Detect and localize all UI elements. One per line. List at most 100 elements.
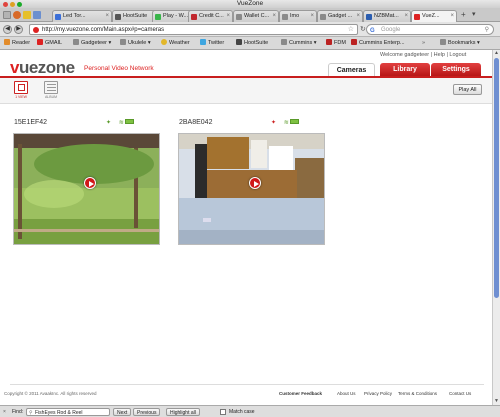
browser-tab[interactable]: Wallet C... × [233, 10, 279, 22]
page-favicon [191, 14, 197, 20]
footer-link-feedback[interactable]: Customer Feedback [279, 391, 322, 396]
browser-tab[interactable]: Gadget ... × [317, 10, 363, 22]
star-icon[interactable]: ☆ [348, 25, 354, 35]
tab-list-chevron-icon[interactable]: ▾ [472, 10, 476, 18]
url-input[interactable]: http://my.vuezone.com/Main.aspx#p=camera… [29, 24, 358, 35]
bookmark-cummins[interactable]: Cummins ▾ [281, 39, 317, 48]
pinned-tab-icon[interactable] [23, 11, 31, 19]
play-video-button[interactable] [249, 177, 261, 189]
page-favicon [236, 14, 242, 20]
close-icon[interactable]: × [3, 408, 6, 416]
forward-arrow-icon[interactable]: ▶ [14, 25, 23, 34]
page-icon [351, 39, 357, 45]
find-input[interactable]: ⚲ FishEyes Rod & Reel [26, 408, 110, 416]
camera-name: 15E1EF42 [14, 119, 48, 126]
find-next-button[interactable]: Next [113, 408, 132, 416]
bookmark-hootsuite[interactable]: HootSuite [236, 39, 268, 48]
browser-tab-active[interactable]: VueZ... × [411, 10, 457, 22]
page-favicon [414, 14, 420, 20]
tab-settings[interactable]: Settings [431, 63, 481, 76]
list-view-icon[interactable] [44, 81, 58, 94]
tab-library[interactable]: Library [380, 63, 430, 76]
footer-link-about[interactable]: About Us [337, 391, 356, 396]
bookmark-ukulele[interactable]: Ukulele ▾ [120, 39, 151, 48]
highlight-all-button[interactable]: Highlight all [166, 408, 200, 416]
bookmark-label: Cummins Enterp... [359, 40, 405, 46]
footer-link-privacy[interactable]: Privacy Policy [364, 391, 392, 396]
zoom-window-button[interactable] [17, 1, 22, 7]
page-content: vuezone Personal Video Network Welcome g… [0, 50, 492, 405]
bookmark-weather[interactable]: Weather [161, 39, 190, 48]
browser-tab[interactable]: Imo × [279, 10, 317, 22]
close-icon[interactable]: × [450, 11, 454, 22]
motion-detect-off-icon[interactable]: ✦ [271, 120, 276, 126]
grid-view-icon[interactable] [14, 81, 28, 94]
bookmarks-menu[interactable]: Bookmarks ▾ [440, 39, 480, 48]
bookmark-reader[interactable]: Reader [4, 39, 30, 48]
bookmark-label: Twitter [208, 40, 225, 46]
twitter-icon [200, 39, 206, 45]
camera-feed[interactable] [13, 133, 160, 245]
bookmark-gadgeteer[interactable]: Gadgeteer ▾ [73, 39, 111, 48]
bookmark-cummins-enterprise[interactable]: Cummins Enterp... [351, 39, 405, 48]
new-tab-icon[interactable]: + [461, 10, 466, 19]
find-previous-button[interactable]: Previous [133, 408, 161, 416]
bookmark-twitter[interactable]: Twitter [200, 39, 224, 48]
match-case-checkbox[interactable] [220, 409, 226, 415]
footer-link-contact[interactable]: Contact Us [449, 391, 471, 396]
tab-label: HootSuite [123, 13, 148, 19]
browser-tab[interactable]: Led Tor... × [52, 10, 112, 22]
tab-label: Imo [290, 13, 300, 19]
bookmark-label: Bookmarks ▾ [448, 40, 480, 46]
page-favicon [282, 14, 288, 20]
close-icon[interactable]: × [226, 11, 230, 22]
reload-icon[interactable]: ↻ [360, 25, 366, 33]
folder-icon [120, 39, 126, 45]
scroll-up-icon[interactable]: ▲ [493, 50, 500, 57]
bookmark-gmail[interactable]: GMAIL [37, 39, 62, 48]
pinned-tab-icon-2[interactable] [33, 11, 41, 19]
page-favicon [55, 14, 61, 20]
search-icon[interactable]: ⚲ [485, 25, 489, 35]
scrollbar-thumb[interactable] [494, 58, 499, 298]
browser-tab[interactable]: NZBMat... × [363, 10, 411, 22]
close-icon[interactable]: × [272, 11, 276, 22]
close-icon[interactable]: × [105, 11, 109, 22]
copyright: Copyright © 2011 AvaakInc. All rights re… [4, 391, 97, 396]
page-favicon [115, 14, 121, 20]
scroll-down-icon[interactable]: ▼ [493, 398, 500, 405]
close-icon[interactable]: × [356, 11, 360, 22]
bookmark-fdm[interactable]: FDM [326, 39, 346, 48]
play-all-button[interactable]: Play All [453, 84, 482, 95]
camera-thumbnail [14, 134, 159, 244]
site-identity-icon[interactable] [33, 27, 39, 33]
close-window-button[interactable] [3, 1, 8, 7]
find-query: FishEyes Rod & Reel [35, 410, 83, 416]
tab-overview-icon[interactable] [3, 11, 11, 19]
wifi-icon: ≋ [118, 120, 124, 126]
bookmark-label: Gadgeteer ▾ [81, 40, 112, 46]
close-icon[interactable]: × [310, 11, 314, 22]
footer-link-terms[interactable]: Terms & Conditions [398, 391, 437, 396]
google-icon[interactable]: G [370, 26, 375, 36]
search-input[interactable]: G Google ⚲ [366, 24, 494, 35]
play-video-button[interactable] [84, 177, 96, 189]
bookmarks-overflow-icon[interactable]: » [422, 39, 425, 48]
tab-label: NZBMat... [374, 13, 399, 19]
view-toolbar: 1 VIEW ALBUM Play All [0, 78, 492, 104]
rss-icon [4, 39, 10, 45]
vuezone-logo[interactable]: vuezone [10, 58, 75, 78]
browser-tab[interactable]: Credit C... × [188, 10, 233, 22]
find-label: Find: [12, 409, 24, 415]
bookmark-label: Reader [12, 40, 31, 46]
wifi-icon: ≋ [283, 120, 289, 126]
motion-detect-icon[interactable]: ✦ [106, 120, 111, 126]
bookmark-label: Weather [169, 40, 190, 46]
camera-feed[interactable] [178, 133, 325, 245]
minimize-window-button[interactable] [10, 1, 15, 7]
vertical-scrollbar[interactable]: ▲ ▼ [492, 50, 500, 405]
user-links[interactable]: Welcome gadgeteer | Help | Logout [380, 52, 466, 58]
close-icon[interactable]: × [404, 11, 408, 22]
tab-cameras[interactable]: Cameras [328, 63, 375, 76]
back-arrow-icon[interactable]: ◀ [3, 25, 12, 34]
